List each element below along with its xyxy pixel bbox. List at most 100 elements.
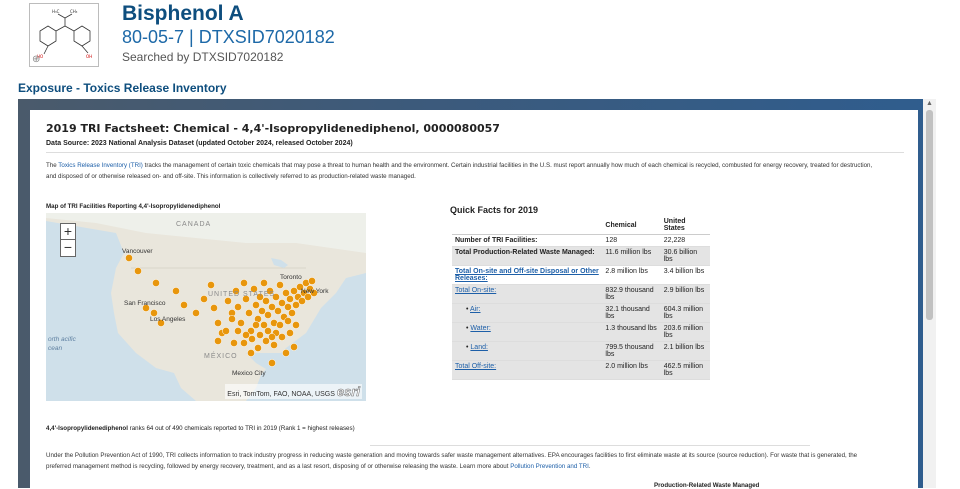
chemical-value: 2.0 million lbs [602, 360, 661, 380]
structure-thumbnail[interactable]: H₃C CH₃ HO OH ⊕ [29, 3, 99, 67]
facility-marker[interactable] [245, 309, 253, 317]
facility-marker[interactable] [214, 319, 222, 327]
facility-marker[interactable] [240, 339, 248, 347]
row-label-link[interactable]: • Water: [452, 322, 603, 342]
us-value: 203.6 million lbs [660, 322, 710, 342]
facility-marker[interactable] [268, 359, 276, 367]
facility-marker[interactable] [270, 341, 278, 349]
facility-marker[interactable] [134, 267, 142, 275]
label-los-angeles: Los Angeles [150, 316, 186, 323]
air-link[interactable]: Air: [470, 306, 481, 313]
attribution-text: Esri, TomTom, FAO, NOAA, USGS [227, 391, 335, 398]
row-label-link[interactable]: Total On-site and Off-site Disposal or O… [452, 265, 603, 285]
facility-marker[interactable] [260, 321, 268, 329]
facility-marker[interactable] [200, 295, 208, 303]
facility-marker[interactable] [292, 321, 300, 329]
facility-marker[interactable] [260, 279, 268, 287]
intro-text-before: The [46, 162, 59, 169]
water-link[interactable]: Water: [470, 325, 490, 332]
table-row: Number of TRI Facilities: 128 22,228 [452, 234, 710, 247]
facility-marker[interactable] [308, 277, 316, 285]
facility-marker[interactable] [290, 343, 298, 351]
scroll-up-arrow-icon[interactable]: ▲ [926, 100, 933, 107]
land-link[interactable]: Land: [470, 344, 488, 351]
rank-chemical-name: 4,4'-Isopropylidenediphenol [46, 425, 128, 432]
facility-marker[interactable] [276, 321, 284, 329]
facility-marker[interactable] [234, 303, 242, 311]
us-value: 22,228 [660, 234, 710, 247]
header-chemical: Chemical [602, 216, 661, 235]
scrollbar-thumb[interactable] [926, 110, 933, 320]
map-title: Map of TRI Facilities Reporting 4,4'-Iso… [46, 203, 221, 210]
facility-marker[interactable] [262, 297, 270, 305]
disposal-releases-link[interactable]: Total On-site and Off-site Disposal or O… [455, 268, 599, 282]
label-canada: CANADA [176, 221, 212, 228]
section-title: Exposure - Toxics Release Inventory [18, 81, 227, 95]
map-attribution[interactable]: Esri, TomTom, FAO, NOAA, USGS esri [225, 384, 362, 399]
pollution-prevention-paragraph: Under the Pollution Prevention Act of 19… [46, 450, 876, 472]
facility-marker[interactable] [180, 301, 188, 309]
rank-sentence: 4,4'-Isopropylidenediphenol ranks 64 out… [46, 425, 355, 432]
facility-marker[interactable] [276, 281, 284, 289]
table-row: Total On-site: 832.9 thousand lbs 2.9 bi… [452, 284, 710, 304]
facility-marker[interactable] [172, 287, 180, 295]
on-site-link[interactable]: Total On-site: [455, 287, 496, 294]
facility-marker[interactable] [192, 309, 200, 317]
facility-marker[interactable] [240, 279, 248, 287]
facility-marker[interactable] [286, 295, 294, 303]
facility-marker[interactable] [207, 281, 215, 289]
row-label-link[interactable]: Total On-site: [452, 284, 603, 304]
table-row: • Air: 32.1 thousand lbs 604.3 million l… [452, 303, 710, 323]
row-label-link[interactable]: • Land: [452, 341, 603, 361]
facilities-map[interactable]: + − CANADA Vancouver Toronto New York UN… [46, 213, 366, 401]
facility-marker[interactable] [284, 317, 292, 325]
facility-marker[interactable] [254, 344, 262, 352]
map-canvas[interactable] [46, 213, 366, 401]
zoom-magnifier-icon[interactable]: ⊕ [32, 54, 40, 65]
facility-marker[interactable] [274, 307, 282, 315]
row-label: Total Production-Related Waste Managed: [452, 246, 603, 266]
facility-marker[interactable] [286, 329, 294, 337]
facility-marker[interactable] [282, 349, 290, 357]
facility-marker[interactable] [242, 331, 250, 339]
intro-paragraph: The Toxics Release Inventory (TRI) track… [46, 160, 876, 182]
label-pacific-ocean: orth acific cean [48, 336, 76, 352]
label-oh-right: OH [86, 54, 92, 59]
facility-marker[interactable] [252, 301, 260, 309]
chemical-value: 128 [602, 234, 661, 247]
facility-marker[interactable] [288, 309, 296, 317]
divider [46, 152, 904, 153]
facility-marker[interactable] [256, 331, 264, 339]
facility-marker[interactable] [222, 327, 230, 335]
facility-marker[interactable] [228, 315, 236, 323]
tri-link[interactable]: Toxics Release Inventory (TRI) [58, 162, 143, 169]
facility-marker[interactable] [125, 254, 133, 262]
off-site-link[interactable]: Total Off-site: [455, 363, 496, 370]
facility-marker[interactable] [224, 297, 232, 305]
label-mexico-city: Mexico City [232, 370, 266, 377]
factsheet-card: 2019 TRI Factsheet: Chemical - 4,4'-Isop… [30, 110, 918, 489]
facility-marker[interactable] [264, 311, 272, 319]
facility-marker[interactable] [247, 349, 255, 357]
ppa-text: Under the Pollution Prevention Act of 19… [46, 452, 858, 470]
facility-marker[interactable] [210, 304, 218, 312]
us-value: 2.9 billion lbs [660, 284, 710, 304]
row-label-link[interactable]: • Air: [452, 303, 603, 323]
table-row: • Land: 799.5 thousand lbs 2.1 billion l… [452, 341, 710, 361]
map-zoom-control[interactable]: + − [60, 223, 76, 257]
zoom-out-button[interactable]: − [61, 240, 75, 256]
bisphenol-structure-drawing: H₃C CH₃ HO OH [37, 9, 92, 59]
zoom-in-button[interactable]: + [61, 224, 75, 240]
facility-marker[interactable] [252, 321, 260, 329]
chemical-value: 799.5 thousand lbs [602, 341, 661, 361]
facility-marker[interactable] [214, 337, 222, 345]
facility-marker[interactable] [268, 333, 276, 341]
table-row: Total Production-Related Waste Managed: … [452, 246, 710, 266]
facility-marker[interactable] [152, 279, 160, 287]
facility-marker[interactable] [237, 319, 245, 327]
row-label-link[interactable]: Total Off-site: [452, 360, 603, 380]
chemical-value: 832.9 thousand lbs [602, 284, 661, 304]
facility-marker[interactable] [234, 327, 242, 335]
facility-marker[interactable] [230, 339, 238, 347]
pollution-prevention-link[interactable]: Pollution Prevention and TRI [510, 463, 589, 470]
